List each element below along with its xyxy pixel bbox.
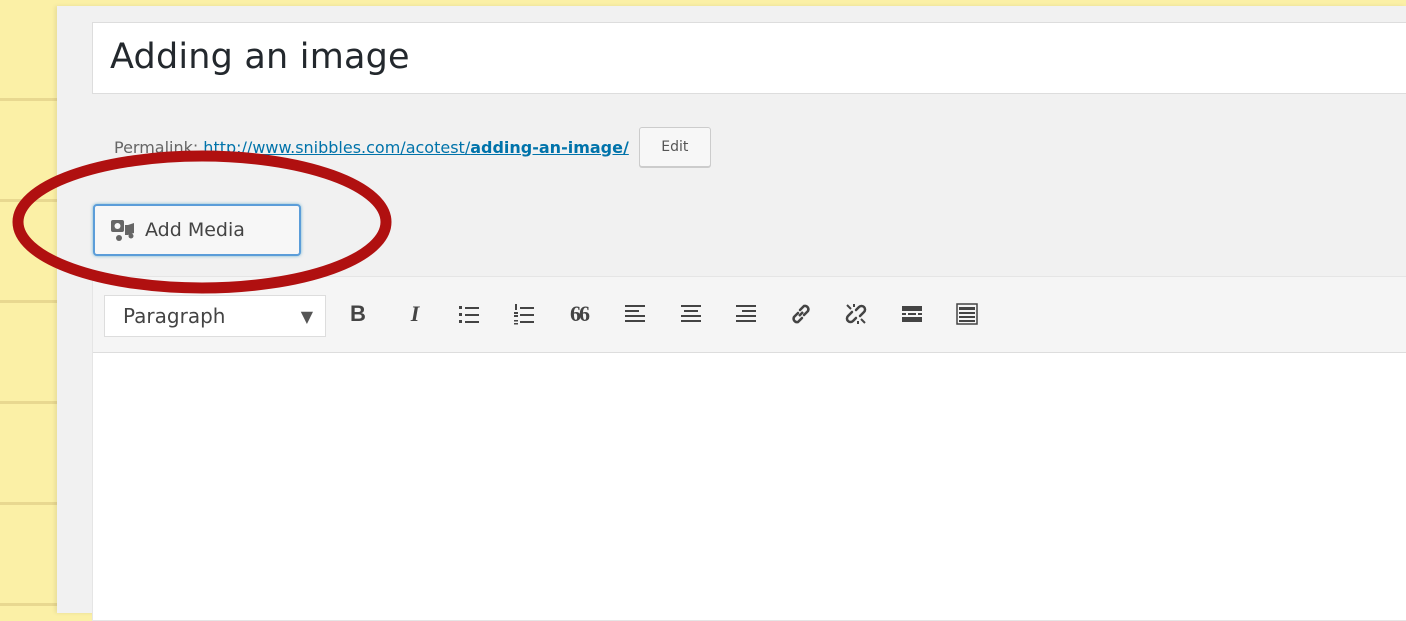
blockquote-icon: 66 xyxy=(570,301,590,326)
align-left-button[interactable] xyxy=(620,299,650,329)
bold-button[interactable]: B xyxy=(343,299,373,329)
editor-content-area[interactable] xyxy=(93,353,1406,620)
add-media-icon xyxy=(109,217,137,243)
bulleted-list-button[interactable] xyxy=(454,299,484,329)
permalink-label: Permalink: xyxy=(114,137,199,157)
insert-link-button[interactable] xyxy=(786,299,816,329)
align-right-icon xyxy=(736,305,756,322)
permalink-row: Permalink: http://www.snibbles.com/acote… xyxy=(114,127,711,167)
read-more-icon xyxy=(902,306,922,322)
blockquote-button[interactable]: 66 xyxy=(564,299,594,329)
permalink-edit-button[interactable]: Edit xyxy=(638,127,711,167)
format-select[interactable]: Paragraph ▼ xyxy=(104,295,326,337)
content-editor: Paragraph ▼ B I 66 xyxy=(92,276,1406,621)
post-title-field[interactable]: Adding an image xyxy=(92,22,1406,94)
editor-toolbar: Paragraph ▼ B I 66 xyxy=(93,277,1406,353)
add-media-label: Add Media xyxy=(145,219,245,241)
italic-button[interactable]: I xyxy=(400,299,430,329)
numbered-list-button[interactable] xyxy=(509,299,539,329)
dropdown-arrow-icon: ▼ xyxy=(300,307,313,326)
remove-link-button[interactable] xyxy=(841,299,871,329)
italic-icon: I xyxy=(410,301,420,326)
toolbar-toggle-button[interactable] xyxy=(952,299,982,329)
post-editor-panel: Adding an image Permalink: http://www.sn… xyxy=(57,6,1406,621)
align-center-icon xyxy=(681,305,701,322)
numbered-list-icon xyxy=(514,304,534,325)
permalink-link[interactable]: http://www.snibbles.com/acotest/adding-a… xyxy=(203,138,629,157)
permalink-slug: adding-an-image/ xyxy=(470,137,629,157)
align-center-button[interactable] xyxy=(676,299,706,329)
permalink-url-base: http://www.snibbles.com/acotest/ xyxy=(203,137,471,157)
unlink-icon xyxy=(845,304,867,324)
link-icon xyxy=(792,304,810,324)
align-right-button[interactable] xyxy=(731,299,761,329)
align-left-icon xyxy=(625,305,645,322)
bulleted-list-icon xyxy=(459,306,479,323)
format-select-value: Paragraph xyxy=(123,304,226,328)
read-more-button[interactable] xyxy=(897,299,927,329)
bold-icon: B xyxy=(350,301,366,326)
keyboard-icon xyxy=(956,303,978,325)
post-title-text: Adding an image xyxy=(110,37,410,77)
add-media-button[interactable]: Add Media xyxy=(93,204,301,256)
